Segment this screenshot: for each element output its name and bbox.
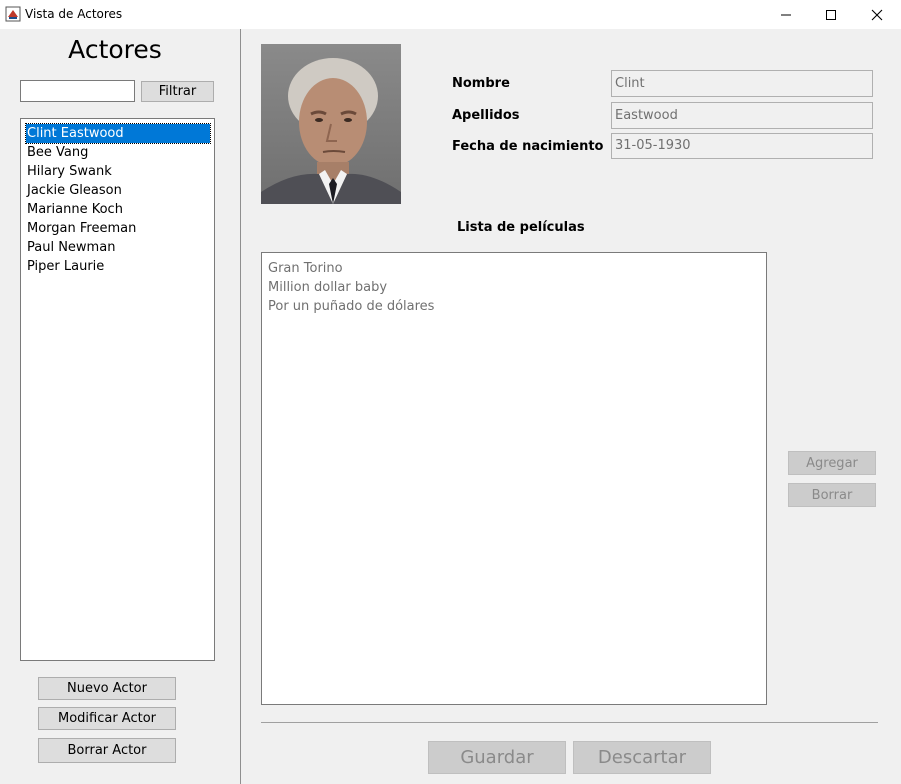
actor-list-item[interactable]: Hilary Swank <box>26 162 210 181</box>
maximize-button[interactable] <box>808 0 854 29</box>
film-list[interactable]: Gran Torino Million dollar baby Por un p… <box>261 252 767 705</box>
remove-film-button[interactable]: Borrar <box>788 483 876 507</box>
film-list-item[interactable]: Gran Torino <box>268 259 766 278</box>
actors-heading: Actores <box>68 35 162 64</box>
actors-panel: Actores Filtrar Clint Eastwood Bee Vang … <box>0 29 240 784</box>
actor-photo <box>261 44 401 204</box>
filter-button[interactable]: Filtrar <box>141 81 214 102</box>
save-button[interactable]: Guardar <box>428 741 566 774</box>
close-button[interactable] <box>854 0 900 29</box>
actor-list-item[interactable]: Piper Laurie <box>26 257 210 276</box>
discard-button[interactable]: Descartar <box>573 741 711 774</box>
new-actor-button[interactable]: Nuevo Actor <box>38 677 176 700</box>
java-app-icon <box>5 6 21 22</box>
actor-list-item[interactable]: Bee Vang <box>26 143 210 162</box>
actor-list-item[interactable]: Paul Newman <box>26 238 210 257</box>
minimize-button[interactable] <box>763 0 809 29</box>
actor-list-item[interactable]: Marianne Koch <box>26 200 210 219</box>
first-name-field[interactable]: Clint <box>611 70 873 97</box>
films-heading: Lista de películas <box>457 220 585 235</box>
birth-date-label: Fecha de nacimiento <box>452 139 604 154</box>
panel-divider <box>240 29 241 784</box>
last-name-field[interactable]: Eastwood <box>611 102 873 129</box>
close-icon <box>871 9 883 20</box>
window-title: Vista de Actores <box>25 7 123 21</box>
filter-input[interactable] <box>20 80 135 102</box>
first-name-label: Nombre <box>452 76 510 91</box>
actor-list-item[interactable]: Morgan Freeman <box>26 219 210 238</box>
minimize-icon <box>781 14 791 15</box>
film-list-item[interactable]: Por un puñado de dólares <box>268 297 766 316</box>
maximize-icon <box>826 9 836 20</box>
actor-list-item[interactable]: Clint Eastwood <box>25 123 211 144</box>
title-bar: Vista de Actores <box>0 0 901 29</box>
add-film-button[interactable]: Agregar <box>788 451 876 475</box>
bottom-separator <box>261 722 878 723</box>
actor-list-item[interactable]: Jackie Gleason <box>26 181 210 200</box>
delete-actor-button[interactable]: Borrar Actor <box>38 738 176 763</box>
birth-date-field[interactable]: 31-05-1930 <box>611 133 873 159</box>
last-name-label: Apellidos <box>452 108 520 123</box>
film-list-item[interactable]: Million dollar baby <box>268 278 766 297</box>
modify-actor-button[interactable]: Modificar Actor <box>38 707 176 730</box>
actor-list[interactable]: Clint Eastwood Bee Vang Hilary Swank Jac… <box>20 118 215 661</box>
